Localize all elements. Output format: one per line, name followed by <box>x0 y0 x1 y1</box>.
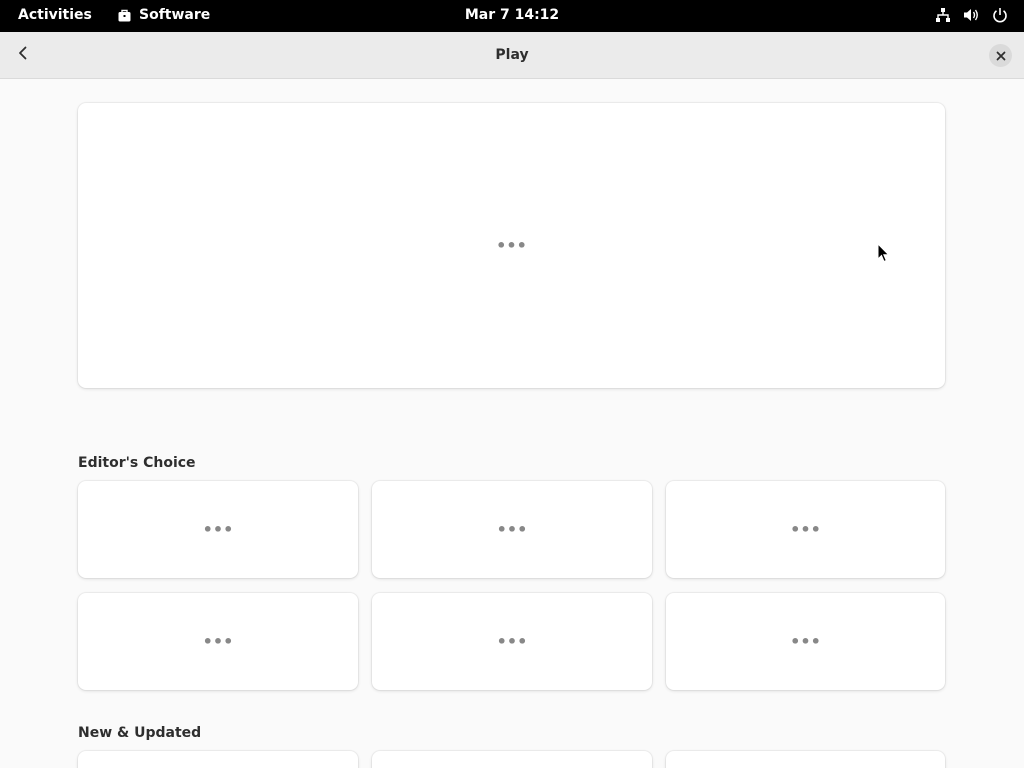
app-tile[interactable] <box>372 751 652 768</box>
loading-spinner-icon: ••• <box>202 631 234 651</box>
header-bar: Play <box>0 32 1024 79</box>
loading-spinner-icon: ••• <box>496 631 528 651</box>
chevron-left-icon <box>15 45 31 65</box>
app-tile[interactable]: ••• <box>78 481 358 578</box>
back-button[interactable] <box>8 40 38 70</box>
main-content[interactable]: ••• Editor's Choice ••• ••• ••• ••• ••• … <box>0 79 1024 768</box>
close-button[interactable] <box>989 44 1012 67</box>
loading-spinner-icon: ••• <box>496 235 527 255</box>
loading-spinner-icon: ••• <box>496 519 528 539</box>
app-tile[interactable] <box>666 751 945 768</box>
app-name: Software <box>139 7 211 23</box>
loading-spinner-icon: ••• <box>790 631 821 651</box>
top-bar: Activities Software Mar 7 14:12 <box>0 0 1024 32</box>
volume-icon[interactable] <box>963 7 980 23</box>
app-menu[interactable]: Software <box>118 7 210 23</box>
loading-spinner-icon: ••• <box>790 519 821 539</box>
app-tile[interactable]: ••• <box>372 481 652 578</box>
software-bag-icon <box>118 9 131 22</box>
clock[interactable]: Mar 7 14:12 <box>465 7 559 23</box>
app-tile[interactable]: ••• <box>78 593 358 690</box>
power-icon[interactable] <box>992 7 1008 23</box>
activities-button[interactable]: Activities <box>18 7 92 23</box>
loading-spinner-icon: ••• <box>202 519 234 539</box>
app-tile[interactable]: ••• <box>666 481 945 578</box>
featured-carousel[interactable]: ••• <box>78 103 945 388</box>
section-title-editors-choice: Editor's Choice <box>78 455 196 471</box>
page-title: Play <box>495 47 529 63</box>
close-icon <box>996 46 1006 65</box>
app-tile[interactable]: ••• <box>666 593 945 690</box>
system-tray[interactable] <box>935 7 1008 23</box>
section-title-new-updated: New & Updated <box>78 725 202 741</box>
app-tile[interactable] <box>78 751 358 768</box>
app-tile[interactable]: ••• <box>372 593 652 690</box>
network-icon[interactable] <box>935 7 951 23</box>
mouse-pointer-icon <box>877 242 890 267</box>
